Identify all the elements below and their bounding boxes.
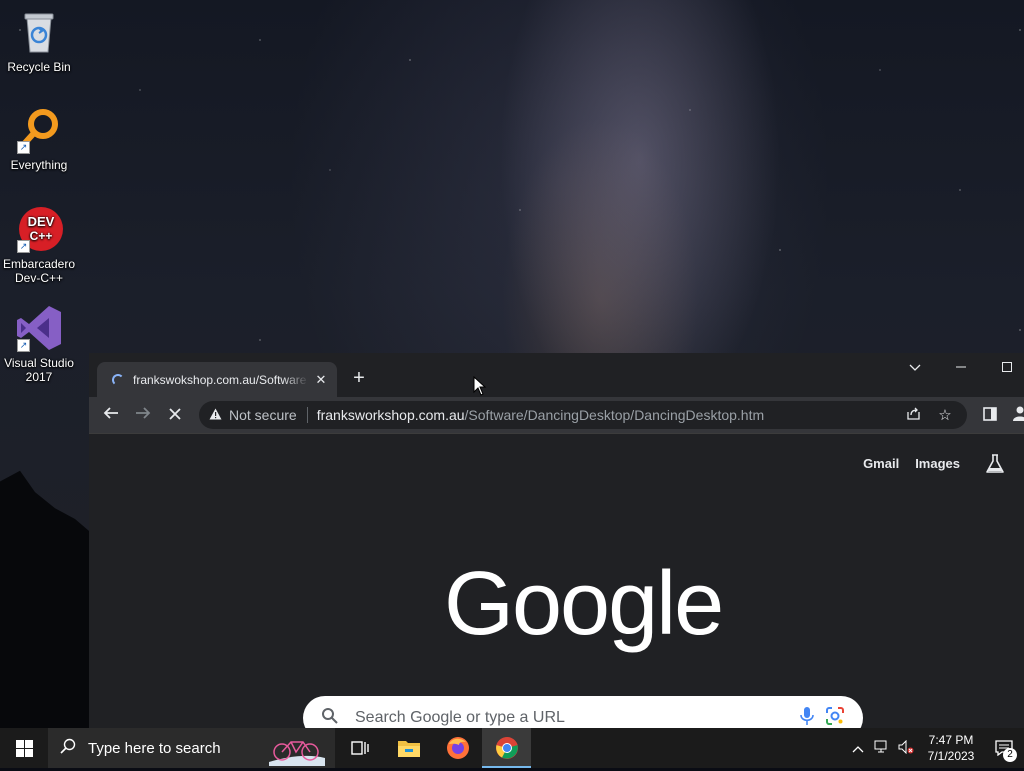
bookmark-star-icon[interactable]: ☆ [929, 406, 961, 424]
shortcut-arrow-icon: ↗ [17, 339, 30, 352]
chrome-window: frankswokshop.com.au/Software ✕ + Not se… [89, 353, 1024, 728]
file-explorer-button[interactable] [384, 728, 433, 768]
notification-count-badge: 2 [1003, 748, 1017, 762]
top-links: Gmail Images [863, 456, 960, 471]
desktop-icon-dev-cpp[interactable]: DEV C++ ↗ Embarcadero Dev-C++ [2, 205, 76, 285]
search-icon [321, 707, 339, 729]
google-search-box[interactable]: Search Google or type a URL [303, 696, 863, 728]
side-panel-icon[interactable] [977, 402, 1003, 428]
url-path: /Software/DancingDesktop/DancingDesktop.… [464, 407, 765, 423]
close-tab-icon[interactable]: ✕ [311, 372, 331, 388]
search-placeholder[interactable]: Search Google or type a URL [355, 709, 793, 727]
loading-spinner-icon [112, 373, 124, 386]
taskbar-clock[interactable]: 7:47 PM 7/1/2023 [918, 732, 984, 764]
dev-cpp-icon: DEV C++ ↗ [15, 205, 63, 253]
url-domain: franksworkshop.com.au [316, 407, 465, 423]
google-lens-icon[interactable] [821, 706, 849, 729]
omnibox-actions: ☆ [897, 401, 961, 429]
windows-logo-icon [15, 739, 33, 757]
desktop-icon-label: Everything [10, 158, 68, 172]
svg-text:DEV: DEV [28, 214, 55, 229]
start-button[interactable] [0, 728, 48, 768]
desktop-icon-recycle-bin[interactable]: Recycle Bin [2, 8, 76, 74]
firefox-button[interactable] [433, 728, 482, 768]
labs-flask-icon[interactable] [983, 452, 1007, 476]
desktop-icon-label: Visual Studio 2017 [4, 356, 74, 384]
show-hidden-icons-chevron-icon[interactable] [846, 741, 870, 756]
task-view-button[interactable] [335, 728, 384, 768]
everything-search-icon: ↗ [15, 106, 63, 154]
warning-triangle-icon [207, 408, 223, 423]
task-view-icon [350, 741, 369, 755]
desktop-icon-visual-studio[interactable]: ↗ Visual Studio 2017 [2, 304, 76, 384]
mouse-cursor-icon [473, 375, 487, 396]
images-link[interactable]: Images [915, 456, 960, 471]
svg-text:C++: C++ [30, 229, 53, 243]
recycle-bin-icon [15, 8, 63, 56]
chrome-button[interactable] [482, 728, 531, 768]
desktop-icon-label: Recycle Bin [7, 60, 71, 74]
google-logo: Google [444, 554, 724, 654]
omnibox-divider [306, 407, 308, 423]
tab-search-chevron-icon[interactable] [892, 357, 938, 379]
address-bar[interactable]: Not secure franksworkshop.com.au /Softwa… [199, 401, 967, 429]
share-icon[interactable] [897, 406, 929, 425]
new-tab-button[interactable]: + [347, 367, 371, 391]
system-tray: 7:47 PM 7/1/2023 2 [846, 728, 1024, 768]
new-tab-page: Gmail Images Google Search Google or typ… [89, 434, 1024, 728]
desktop-icon-label: Embarcadero Dev-C++ [2, 257, 76, 285]
clock-date: 7/1/2023 [927, 749, 975, 763]
tab-title: frankswokshop.com.au/Software [133, 372, 307, 387]
profile-avatar-icon[interactable] [1007, 402, 1024, 428]
file-explorer-icon [397, 741, 420, 757]
taskbar-search-box[interactable]: Type here to search [48, 728, 335, 768]
tab-strip[interactable]: frankswokshop.com.au/Software ✕ + [89, 353, 1024, 397]
maximize-button[interactable] [984, 357, 1024, 379]
bicycle-search-highlight-icon [269, 732, 325, 766]
security-label[interactable]: Not secure [229, 407, 297, 423]
shortcut-arrow-icon: ↗ [17, 141, 30, 154]
firefox-icon [446, 737, 469, 759]
search-icon [60, 738, 76, 759]
action-center-button[interactable]: 2 [984, 728, 1024, 768]
minimize-button[interactable] [938, 357, 984, 379]
taskbar: Type here to search 7:47 PM 7/1/2023 2 [0, 728, 1024, 768]
network-icon[interactable] [870, 740, 894, 757]
volume-muted-icon[interactable] [894, 739, 918, 757]
forward-arrow-icon[interactable] [130, 402, 156, 428]
clock-time: 7:47 PM [928, 733, 974, 747]
browser-toolbar: Not secure franksworkshop.com.au /Softwa… [89, 397, 1024, 434]
chrome-icon [495, 737, 518, 759]
visual-studio-icon: ↗ [15, 304, 63, 352]
gmail-link[interactable]: Gmail [863, 456, 899, 471]
taskbar-search-placeholder: Type here to search [88, 739, 221, 757]
shortcut-arrow-icon: ↗ [17, 240, 30, 253]
back-arrow-icon[interactable] [98, 402, 124, 428]
browser-tab[interactable]: frankswokshop.com.au/Software ✕ [97, 362, 337, 397]
voice-search-mic-icon[interactable] [793, 706, 821, 729]
stop-loading-icon[interactable] [162, 402, 188, 428]
desktop-icon-everything[interactable]: ↗ Everything [2, 106, 76, 172]
